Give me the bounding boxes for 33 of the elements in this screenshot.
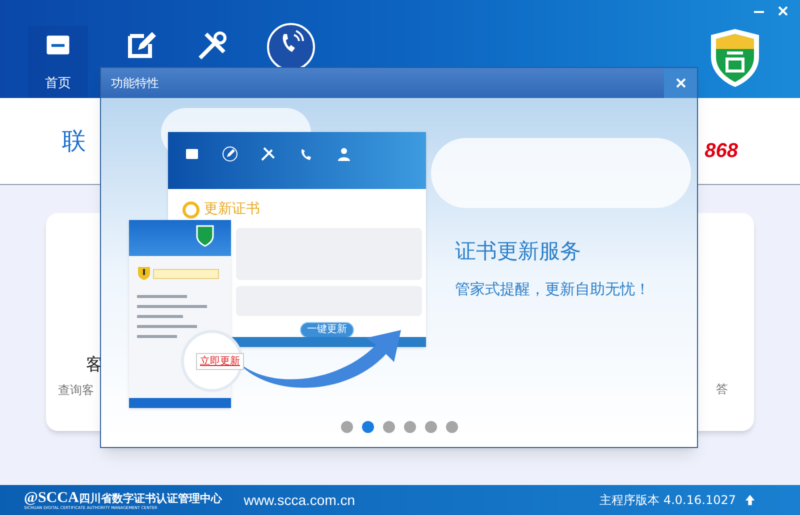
website-link[interactable]: www.scca.com.cn <box>244 490 356 510</box>
card-subtitle: 查询客 <box>58 382 94 398</box>
shield-icon <box>195 224 215 248</box>
close-button[interactable] <box>664 68 697 98</box>
version-text: 主程序版本 4.0.16.1027 <box>600 492 736 509</box>
org-abbreviation: @SCCA <box>24 490 79 506</box>
tray-icon <box>184 146 200 162</box>
text-line <box>137 295 187 298</box>
tools-icon <box>260 146 276 162</box>
dialog-title: 功能特性 <box>111 75 160 92</box>
warning-shield-icon <box>137 266 151 281</box>
close-icon <box>674 77 686 89</box>
tab-label: 首页 <box>45 75 71 93</box>
text-line <box>137 315 183 318</box>
user-icon <box>336 146 352 162</box>
home-tab[interactable]: 首页 <box>28 26 88 98</box>
warning-banner <box>153 268 219 278</box>
phone-number: 868 <box>704 139 738 164</box>
refresh-icon <box>182 200 200 218</box>
card-title: 客 <box>86 354 103 377</box>
text-line <box>137 335 177 338</box>
close-icon[interactable] <box>776 4 790 18</box>
up-arrow-icon[interactable] <box>744 494 756 506</box>
section-heading: 更新证书 <box>204 200 260 219</box>
contact-title: 联 <box>62 126 86 157</box>
card-subtitle: 答 <box>716 381 728 398</box>
org-name: 四川省数字证书认证管理中心 <box>78 492 222 504</box>
text-line <box>137 305 207 308</box>
text-line <box>137 325 197 328</box>
slide-tagline: 管家式提醒，更新自助无忧！ <box>455 279 650 300</box>
slide-heading: 证书更新服务 <box>455 238 581 265</box>
tools-icon[interactable] <box>196 30 228 62</box>
edit-icon <box>222 146 238 162</box>
